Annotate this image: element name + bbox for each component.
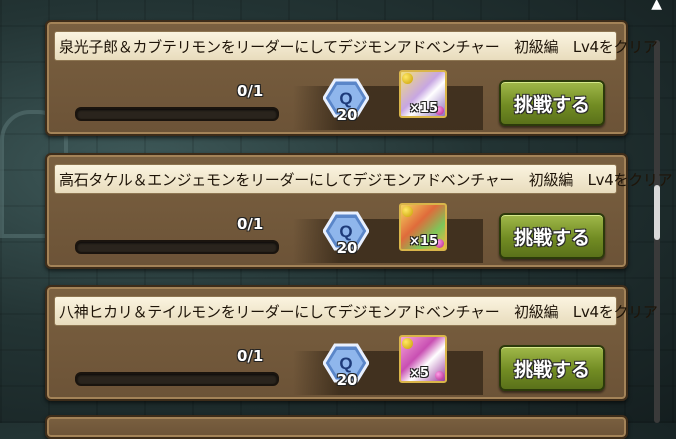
monster-reward-multiplier: ×5 bbox=[409, 366, 429, 381]
reward-count: 20 bbox=[336, 106, 358, 124]
challenge-button[interactable]: 挑戦する bbox=[499, 345, 605, 391]
reward-count: 20 bbox=[336, 371, 358, 389]
scrollbar-thumb[interactable] bbox=[654, 185, 660, 240]
mission-progress-bar bbox=[75, 372, 279, 386]
mission-title: 泉光子郎＆カブテリモンをリーダーにしてデジモンアドベンチャー 初級編 Lv4をク… bbox=[59, 37, 658, 56]
mission-card: 泉光子郎＆カブテリモンをリーダーにしてデジモンアドベンチャー 初級編 Lv4をク… bbox=[45, 20, 658, 136]
mission-card: 八神ヒカリ＆テイルモンをリーダーにしてデジモンアドベンチャー 初級編 Lv4をク… bbox=[45, 285, 658, 401]
mission-progress-text: 0/1 bbox=[237, 215, 264, 233]
mission-card: 高石タケル＆エンジェモンをリーダーにしてデジモンアドベンチャー 初級編 Lv4を… bbox=[45, 153, 673, 269]
reward-area bbox=[293, 86, 483, 130]
mission-progress-bar bbox=[75, 240, 279, 254]
monster-reward-icon: ×15 bbox=[399, 203, 447, 251]
mission-progress-bar bbox=[75, 107, 279, 121]
mission-title: 高石タケル＆エンジェモンをリーダーにしてデジモンアドベンチャー 初級編 Lv4を… bbox=[59, 170, 673, 189]
mission-progress-text: 0/1 bbox=[237, 82, 264, 100]
mission-card-partial bbox=[45, 415, 628, 439]
monster-reward-multiplier: ×15 bbox=[409, 234, 438, 249]
monster-reward-multiplier: ×15 bbox=[409, 101, 438, 116]
attribute-orb-icon bbox=[402, 338, 413, 349]
reward-count: 20 bbox=[336, 239, 358, 257]
attribute-orb-icon bbox=[402, 73, 413, 84]
reward-area bbox=[293, 351, 483, 395]
plus-orb-icon bbox=[435, 371, 444, 380]
challenge-button[interactable]: 挑戦する bbox=[499, 213, 605, 259]
scroll-up-arrow-icon[interactable]: ▲ bbox=[651, 0, 662, 12]
mission-title-bar: 泉光子郎＆カブテリモンをリーダーにしてデジモンアドベンチャー 初級編 Lv4をク… bbox=[54, 31, 658, 61]
challenge-button[interactable]: 挑戦する bbox=[499, 80, 605, 126]
monster-reward-icon: ×15 bbox=[399, 70, 447, 118]
mission-progress-text: 0/1 bbox=[237, 347, 264, 365]
attribute-orb-icon bbox=[402, 206, 413, 217]
mission-title-bar: 八神ヒカリ＆テイルモンをリーダーにしてデジモンアドベンチャー 初級編 Lv4をク… bbox=[54, 296, 658, 326]
monster-reward-icon: ×5 bbox=[399, 335, 447, 383]
reward-area bbox=[293, 219, 483, 263]
mission-title: 八神ヒカリ＆テイルモンをリーダーにしてデジモンアドベンチャー 初級編 Lv4をク… bbox=[59, 302, 658, 321]
mission-title-bar: 高石タケル＆エンジェモンをリーダーにしてデジモンアドベンチャー 初級編 Lv4を… bbox=[54, 164, 673, 194]
